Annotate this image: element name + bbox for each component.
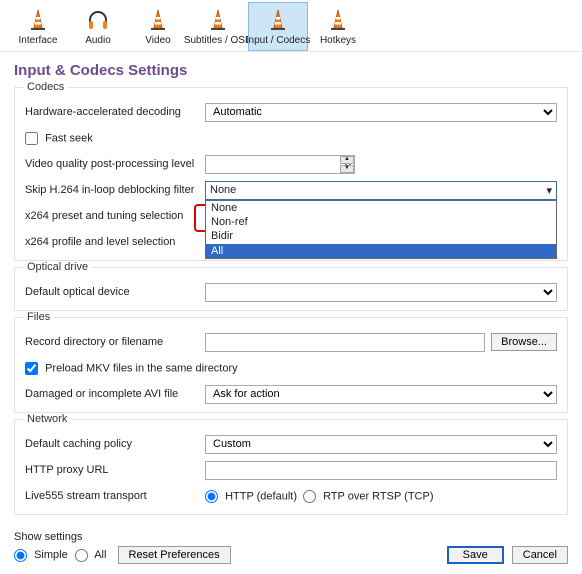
tab-label: Video: [145, 35, 170, 46]
page-title: Input & Codecs Settings: [14, 62, 568, 79]
headphones-icon: [86, 7, 110, 33]
group-network: Network Default caching policy Custom HT…: [14, 419, 568, 515]
proxy-input[interactable]: [205, 461, 557, 480]
cone-icon: [27, 7, 49, 33]
browse-button[interactable]: Browse...: [491, 333, 557, 351]
cone-icon: [147, 7, 169, 33]
group-legend: Files: [23, 311, 54, 323]
deblock-option-none[interactable]: None: [206, 201, 556, 215]
cache-label: Default caching policy: [25, 438, 205, 450]
save-button[interactable]: Save: [447, 546, 504, 564]
cone-icon: [267, 7, 289, 33]
show-all-radio[interactable]: All: [75, 549, 107, 561]
tab-input-codecs[interactable]: Input / Codecs: [248, 2, 308, 51]
tab-label: Input / Codecs: [246, 35, 310, 46]
tab-hotkeys[interactable]: Hotkeys: [308, 2, 368, 51]
post-level-label: Video quality post-processing level: [25, 158, 205, 170]
group-legend: Optical drive: [23, 261, 92, 273]
cone-icon: [207, 7, 229, 33]
group-legend: Network: [23, 413, 71, 425]
deblock-select[interactable]: None ▾: [205, 181, 557, 200]
spin-down-icon[interactable]: ▼: [340, 165, 354, 173]
tab-interface[interactable]: Interface: [8, 2, 68, 51]
avi-select[interactable]: Ask for action: [205, 385, 557, 404]
cancel-button[interactable]: Cancel: [512, 546, 568, 564]
group-legend: Codecs: [23, 81, 68, 93]
reset-button[interactable]: Reset Preferences: [118, 546, 231, 564]
fast-seek-checkbox[interactable]: Fast seek: [25, 132, 93, 145]
post-level-spinner[interactable]: ▲ ▼: [205, 155, 355, 174]
group-codecs: Codecs Hardware-accelerated decoding Aut…: [14, 87, 568, 261]
hw-decoding-label: Hardware-accelerated decoding: [25, 106, 205, 118]
deblock-option-all[interactable]: All: [206, 244, 556, 258]
footer: Show settings Simple All Reset Preferenc…: [0, 527, 582, 574]
preload-mkv-checkbox[interactable]: Preload MKV files in the same directory: [25, 362, 238, 375]
transport-http-radio[interactable]: HTTP (default): [205, 490, 297, 503]
transport-rtp-radio[interactable]: RTP over RTSP (TCP): [303, 490, 434, 503]
show-simple-radio[interactable]: Simple: [14, 549, 68, 561]
record-dir-input[interactable]: [205, 333, 485, 352]
spin-up-icon[interactable]: ▲: [340, 156, 354, 164]
tab-label: Interface: [19, 35, 58, 46]
tab-video[interactable]: Video: [128, 2, 188, 51]
deblock-option-nonref[interactable]: Non-ref: [206, 215, 556, 229]
x264-profile-label: x264 profile and level selection: [25, 236, 205, 248]
deblock-option-bidir[interactable]: Bidir: [206, 229, 556, 243]
default-optical-select[interactable]: [205, 283, 557, 302]
group-files: Files Record directory or filename Brows…: [14, 317, 568, 413]
tab-audio[interactable]: Audio: [68, 2, 128, 51]
cone-icon: [327, 7, 349, 33]
hw-decoding-select[interactable]: Automatic: [205, 103, 557, 122]
default-optical-label: Default optical device: [25, 286, 205, 298]
tab-subtitles[interactable]: Subtitles / OSD: [188, 2, 248, 51]
x264-preset-label: x264 preset and tuning selection: [25, 210, 205, 222]
deblock-label: Skip H.264 in-loop deblocking filter: [25, 184, 205, 196]
avi-label: Damaged or incomplete AVI file: [25, 388, 205, 400]
chevron-down-icon: ▾: [546, 184, 552, 197]
show-settings-label: Show settings: [14, 531, 231, 543]
settings-toolbar: Interface Audio Video Subtitles / OSD In…: [0, 0, 582, 52]
deblock-dropdown-list: None Non-ref Bidir Non-key All: [205, 200, 557, 259]
live555-label: Live555 stream transport: [25, 490, 205, 502]
tab-label: Hotkeys: [320, 35, 356, 46]
cache-select[interactable]: Custom: [205, 435, 557, 454]
record-dir-label: Record directory or filename: [25, 336, 205, 348]
proxy-label: HTTP proxy URL: [25, 464, 205, 476]
group-optical: Optical drive Default optical device: [14, 267, 568, 311]
tab-label: Audio: [85, 35, 111, 46]
tab-label: Subtitles / OSD: [184, 35, 252, 46]
